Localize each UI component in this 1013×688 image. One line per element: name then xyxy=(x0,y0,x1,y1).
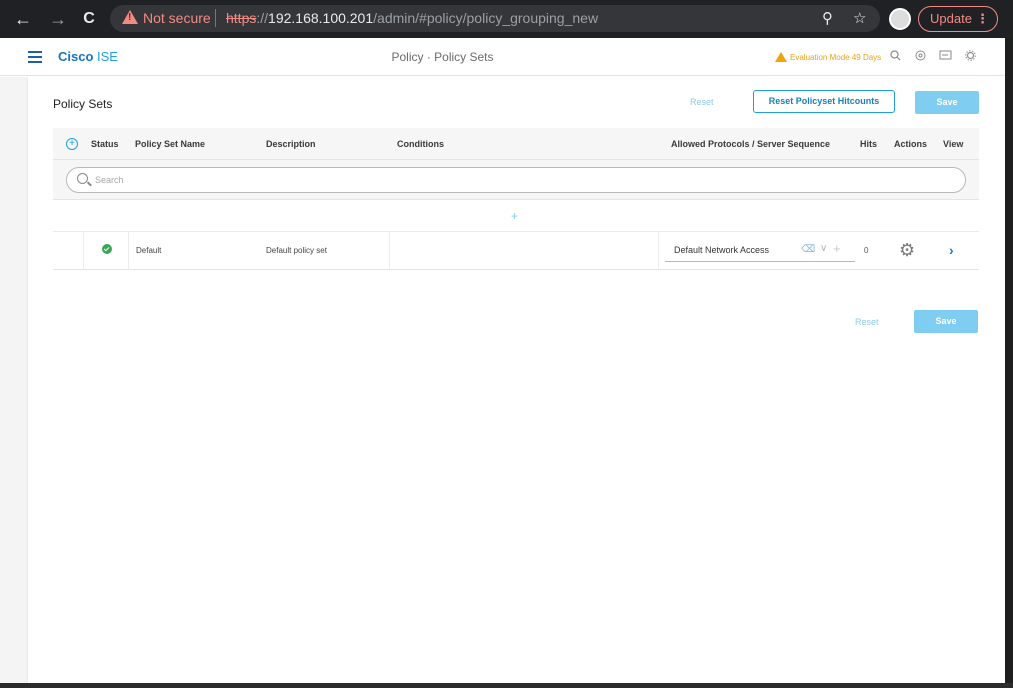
taskbar-strip xyxy=(0,683,1013,688)
url-text[interactable]: https://192.168.100.201/admin/#policy/po… xyxy=(226,10,598,26)
url-host: 192.168.100.201 xyxy=(268,10,374,26)
search-icon[interactable] xyxy=(890,50,901,64)
column-view: View xyxy=(943,139,964,149)
evaluation-text: Evaluation Mode 49 Days xyxy=(790,53,882,62)
omnibox-separator xyxy=(215,9,216,27)
url-path: /admin/#policy/policy_grouping_new xyxy=(373,10,599,26)
search-row xyxy=(53,160,979,200)
page-title: Policy · Policy Sets xyxy=(391,50,494,64)
table-row[interactable]: Default Default policy set Default Netwo… xyxy=(53,232,979,270)
save-button[interactable]: Save xyxy=(915,91,979,114)
cell-divider xyxy=(658,232,659,270)
column-allowed-protocols[interactable]: Allowed Protocols / Server Sequence xyxy=(671,139,830,149)
cell-divider xyxy=(128,232,129,270)
column-hits[interactable]: Hits xyxy=(860,139,877,149)
gear-icon[interactable]: ⚙ xyxy=(899,240,915,260)
column-status[interactable]: Status xyxy=(91,139,119,149)
search-input[interactable] xyxy=(95,173,915,187)
table-header: + Status Policy Set Name Description Con… xyxy=(53,128,979,160)
menu-dots-icon: ⋮ xyxy=(976,11,989,26)
update-label: Update xyxy=(930,11,972,26)
add-row-icon[interactable]: + xyxy=(511,209,518,223)
add-policy-set-icon[interactable]: + xyxy=(66,138,78,150)
allowed-protocols-select[interactable]: Default Network Access ⌫ ∨ + xyxy=(665,238,855,262)
save-button-bottom[interactable]: Save xyxy=(914,310,978,333)
reload-icon[interactable]: C xyxy=(78,8,100,30)
chevron-right-icon[interactable]: › xyxy=(949,242,954,258)
column-description[interactable]: Description xyxy=(266,139,316,149)
chevron-down-icon[interactable]: ∨ xyxy=(820,243,827,254)
add-icon[interactable]: + xyxy=(833,241,841,256)
browser-toolbar: ← → C Not secure https://192.168.100.201… xyxy=(0,0,1013,38)
app-window: Cisco ISE Policy · Policy Sets Evaluatio… xyxy=(0,38,1005,683)
column-conditions[interactable]: Conditions xyxy=(397,139,444,149)
section-title: Policy Sets xyxy=(53,97,113,111)
hits-count: 0 xyxy=(864,246,869,255)
update-button[interactable]: Update ⋮ xyxy=(918,6,998,32)
back-icon[interactable]: ← xyxy=(12,8,34,30)
column-actions: Actions xyxy=(894,139,928,149)
policy-set-name[interactable]: Default xyxy=(136,246,161,255)
search-icon xyxy=(77,173,88,184)
reset-link-bottom[interactable]: Reset xyxy=(855,317,879,327)
search-box[interactable] xyxy=(66,167,966,193)
column-policy-set-name[interactable]: Policy Set Name xyxy=(135,139,205,149)
help-icon[interactable] xyxy=(915,50,926,64)
reset-policyset-hitcounts-button[interactable]: Reset Policyset Hitcounts xyxy=(753,90,895,113)
bookmark-star-icon[interactable]: ☆ xyxy=(853,9,866,27)
app-header: Cisco ISE Policy · Policy Sets Evaluatio… xyxy=(0,38,1005,76)
clear-icon[interactable]: ⌫ xyxy=(801,244,815,255)
policy-set-description[interactable]: Default policy set xyxy=(266,246,327,255)
forward-icon[interactable]: → xyxy=(47,8,69,30)
add-row: + xyxy=(53,202,979,232)
cell-divider xyxy=(389,232,390,270)
gear-icon[interactable] xyxy=(965,50,976,64)
profile-avatar[interactable] xyxy=(889,8,911,30)
warning-icon xyxy=(122,10,138,24)
url-separator: :// xyxy=(256,10,269,26)
warning-icon xyxy=(775,52,787,62)
status-enabled-icon[interactable] xyxy=(102,244,112,254)
reset-link[interactable]: Reset xyxy=(690,97,714,107)
zoom-icon[interactable]: ⚲ xyxy=(822,9,833,27)
left-sidebar-strip xyxy=(0,77,28,683)
allowed-protocols-value: Default Network Access xyxy=(674,245,770,255)
url-scheme: https xyxy=(226,10,257,26)
cell-divider xyxy=(83,232,84,270)
notifications-icon[interactable] xyxy=(939,50,952,64)
security-indicator[interactable]: Not secure xyxy=(143,10,211,26)
evaluation-banner[interactable]: Evaluation Mode 49 Days xyxy=(775,52,881,62)
